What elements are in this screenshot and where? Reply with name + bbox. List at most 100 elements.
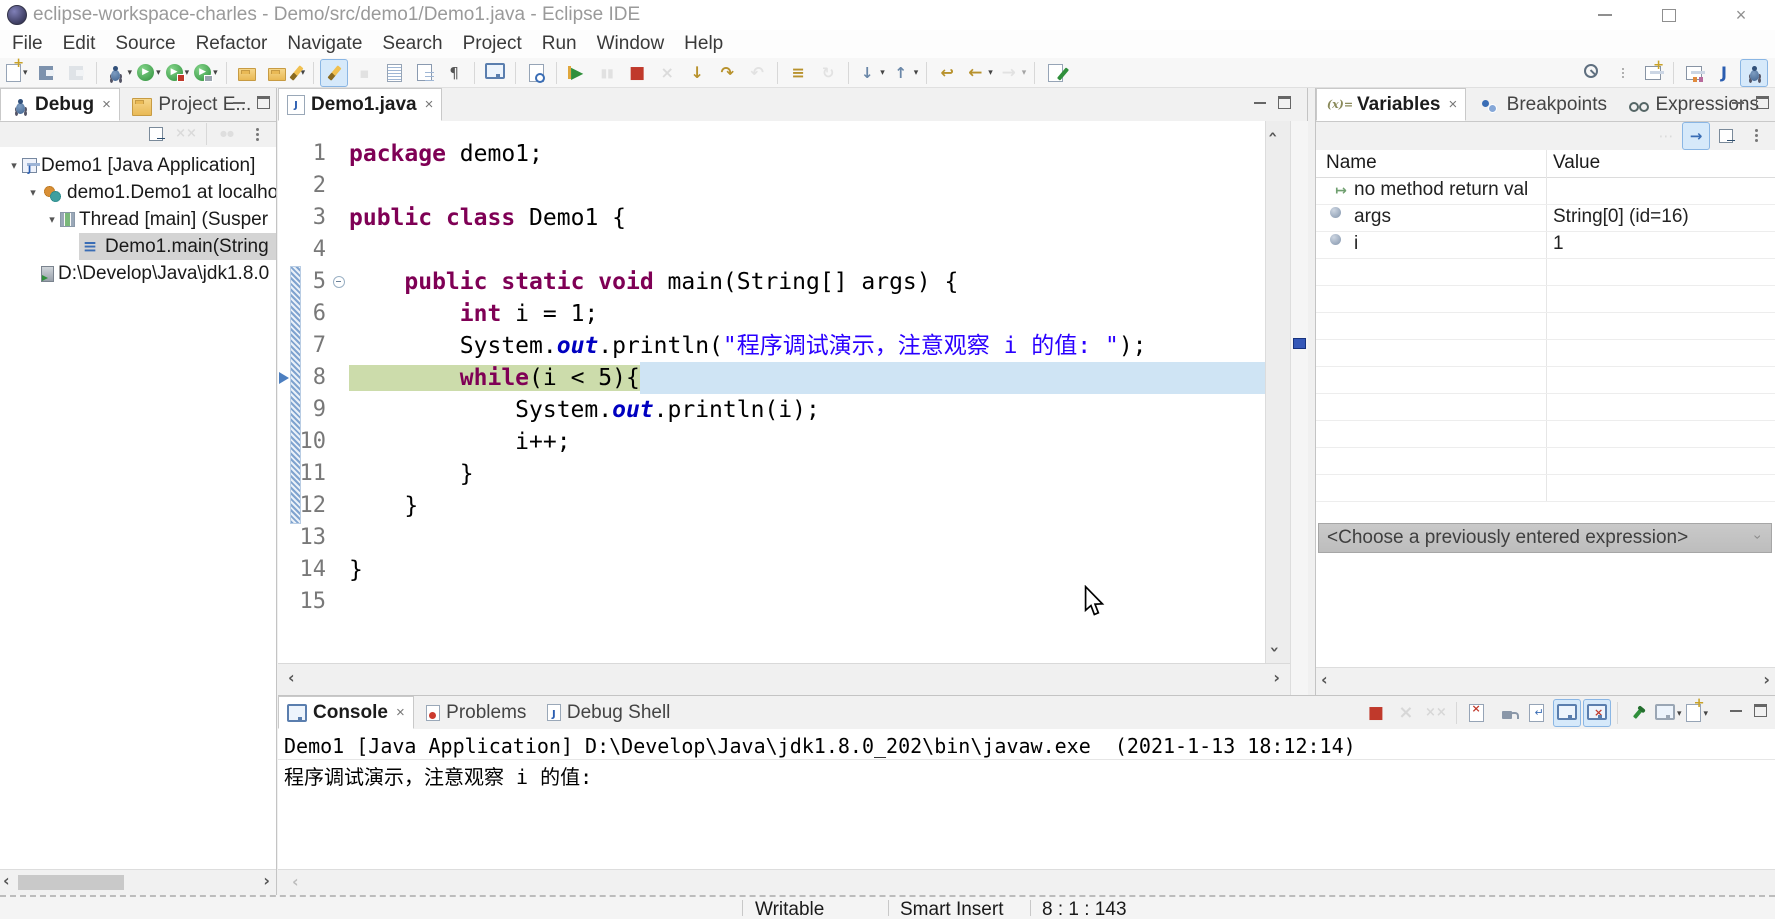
variable-row[interactable]: argsString[0] (id=16) <box>1316 205 1775 232</box>
expression-combo[interactable]: <Choose a previously entered expression>… <box>1318 523 1772 553</box>
tab-debug[interactable]: Debug × <box>0 88 120 121</box>
menu-window[interactable]: Window <box>587 30 675 58</box>
code-line-2[interactable]: 2 <box>278 170 1265 202</box>
tab-demo1-java[interactable]: Demo1.java × <box>278 88 442 121</box>
minimize-button[interactable] <box>1588 0 1622 30</box>
pin-editor-button[interactable] <box>1041 59 1069 87</box>
debug-tree-item[interactable]: ▾Demo1 [Java Application] <box>0 152 276 179</box>
maximize-view-icon[interactable] <box>1278 96 1291 109</box>
menu-project[interactable]: Project <box>453 30 532 58</box>
previous-annotation-dropdown[interactable]: ▾ <box>914 67 919 78</box>
run-dropdown[interactable]: ▾ <box>156 67 161 78</box>
debug-button[interactable]: ▾ <box>103 59 135 87</box>
chevron-down-icon[interactable]: › <box>1745 535 1772 540</box>
expand-arrow-icon[interactable]: ▾ <box>44 213 60 226</box>
scroll-up-icon[interactable]: ‹ <box>1264 131 1283 138</box>
back-button[interactable]: ←▾ <box>963 59 995 87</box>
open-search-button[interactable] <box>522 59 550 87</box>
show-columns-button[interactable]: ⋯ <box>1652 122 1680 150</box>
code-line-4[interactable]: 4 <box>278 234 1265 266</box>
terminate-button[interactable]: ■ <box>623 59 651 87</box>
profile-button[interactable]: ▶▾ <box>193 59 220 87</box>
resume-button[interactable]: ▶ <box>563 59 591 87</box>
maximize-view-icon[interactable] <box>1754 704 1767 717</box>
remove-all-terminated-button[interactable]: ×× <box>1422 699 1450 727</box>
run-button[interactable]: ▶▾ <box>136 59 163 87</box>
scroll-left-icon[interactable]: ‹ <box>1321 670 1328 689</box>
snippets-button[interactable]: ▪ <box>350 59 378 87</box>
scroll-left-icon[interactable]: ‹ <box>292 872 299 891</box>
menu-run[interactable]: Run <box>532 30 587 58</box>
search-button[interactable] <box>1579 59 1607 87</box>
debug-tree-item[interactable]: D:\Develop\Java\jdk1.8.0 <box>0 260 276 287</box>
terminate-button[interactable]: ■ <box>1362 699 1390 727</box>
previous-annotation-button[interactable]: ↑▾ <box>889 59 921 87</box>
menu-search[interactable]: Search <box>372 30 452 58</box>
last-edit-location-button[interactable]: ↩ <box>933 59 961 87</box>
column-name[interactable]: Name <box>1326 152 1377 174</box>
new-class-button[interactable] <box>380 59 408 87</box>
overview-ruler[interactable] <box>1290 121 1308 695</box>
console-hscrollbar[interactable]: ‹ <box>278 869 1775 897</box>
menu-source[interactable]: Source <box>105 30 185 58</box>
menu-edit[interactable]: Edit <box>53 30 106 58</box>
toolbar-overflow-button[interactable] <box>1609 59 1637 87</box>
code-line-7[interactable]: 7 System.out.println("程序调试演示，注意观察 i 的值: … <box>278 330 1265 362</box>
minimize-view-icon[interactable] <box>1730 710 1742 712</box>
scroll-left-icon[interactable]: ‹ <box>3 871 10 890</box>
mark-occurrences-button[interactable] <box>320 59 348 87</box>
profile-dropdown[interactable]: ▾ <box>213 67 218 78</box>
code-line-8[interactable]: 8 while(i < 5){ <box>278 362 1265 394</box>
display-selected-console-button[interactable]: ▾ <box>1654 699 1684 727</box>
save-all-button[interactable] <box>62 59 90 87</box>
step-filters-button[interactable]: ≡ <box>784 59 812 87</box>
tab-problems[interactable]: Problems <box>418 696 534 729</box>
scroll-down-icon[interactable]: ‹ <box>1264 646 1283 653</box>
show-logical-structure-button[interactable]: → <box>1682 122 1710 150</box>
pin-console-button[interactable] <box>1624 699 1652 727</box>
collapse-all-button[interactable] <box>1712 122 1740 150</box>
save-button[interactable] <box>32 59 60 87</box>
variables-hscrollbar[interactable]: ‹ › <box>1316 667 1775 695</box>
code-line-13[interactable]: 13 <box>278 522 1265 554</box>
word-wrap-button[interactable] <box>1523 699 1551 727</box>
variable-row[interactable]: i1 <box>1316 232 1775 259</box>
display-selected-console-dropdown[interactable]: ▾ <box>1677 708 1682 719</box>
new-button[interactable]: ▾ <box>5 59 30 87</box>
whitespace-button[interactable]: ¶ <box>440 59 468 87</box>
code-line-9[interactable]: 9 System.out.println(i); <box>278 394 1265 426</box>
perspective-resource-button[interactable] <box>1680 59 1708 87</box>
open-task-button[interactable] <box>233 59 261 87</box>
menu-help[interactable]: Help <box>674 30 733 58</box>
minimize-view-icon[interactable] <box>1732 102 1744 104</box>
step-over-button[interactable]: ↷ <box>713 59 741 87</box>
coverage-button[interactable]: ▶▾ <box>165 59 192 87</box>
close-icon[interactable]: × <box>396 704 405 721</box>
debug-tree-item[interactable]: Demo1.main(String <box>0 233 276 260</box>
scroll-thumb[interactable] <box>18 875 124 890</box>
close-icon[interactable]: × <box>102 96 111 113</box>
minimize-view-icon[interactable] <box>1254 102 1266 104</box>
forward-dropdown[interactable]: ▾ <box>1022 67 1027 78</box>
variable-row[interactable]: no method return val <box>1316 178 1775 205</box>
open-perspective-button[interactable] <box>1639 59 1667 87</box>
code-line-15[interactable]: 15 <box>278 586 1265 618</box>
next-annotation-button[interactable]: ↓▾ <box>855 59 887 87</box>
perspective-java-button[interactable]: J <box>1710 59 1738 87</box>
close-icon[interactable]: × <box>425 96 434 113</box>
outline-button[interactable] <box>410 59 438 87</box>
tab-debug-shell[interactable]: Debug Shell <box>539 696 679 729</box>
display-view-button[interactable] <box>481 59 509 87</box>
editor-hscrollbar[interactable]: ‹ › <box>278 663 1290 695</box>
tab-breakpoints[interactable]: Breakpoints <box>1471 88 1615 121</box>
disconnect-button[interactable]: × <box>653 59 681 87</box>
current-line-marker[interactable] <box>1293 338 1306 349</box>
remove-terminated-button[interactable]: ×× <box>172 120 200 148</box>
view-menu-button[interactable] <box>243 120 271 148</box>
maximize-button[interactable] <box>1652 0 1686 30</box>
debug-dropdown[interactable]: ▾ <box>128 67 133 78</box>
tab-variables[interactable]: Variables × <box>1316 88 1466 121</box>
scroll-lock-button[interactable] <box>1493 699 1521 727</box>
code-line-6[interactable]: 6 int i = 1; <box>278 298 1265 330</box>
perspective-debug-button[interactable] <box>1740 59 1768 87</box>
